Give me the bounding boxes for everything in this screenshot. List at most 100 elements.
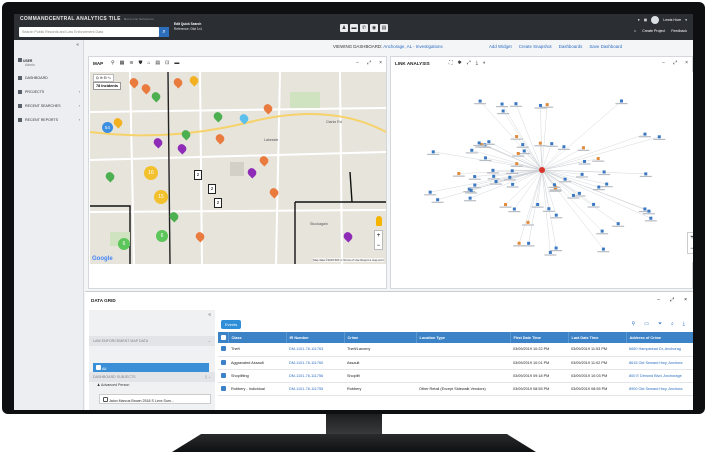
- close-icon[interactable]: ×: [685, 60, 688, 66]
- street-view-icon[interactable]: [376, 216, 382, 226]
- cell-ir-number[interactable]: DM-1101-76-111763: [286, 343, 344, 357]
- sidebar-item-recent-reports[interactable]: RECENT REPORTS ›: [18, 118, 80, 123]
- download-icon[interactable]: ⤓: [476, 60, 478, 66]
- dashboard-actions: Add Widget Create Snapshot Dashboards Sa…: [489, 44, 622, 49]
- cell-address[interactable]: 800 E Dimond Blvd, Anchorage: [626, 369, 693, 383]
- lock-icon[interactable]: ⊡: [165, 60, 169, 66]
- expand-icon[interactable]: ⤢: [467, 60, 471, 66]
- minimize-icon[interactable]: −: [662, 60, 665, 66]
- expand-icon[interactable]: ⤢: [673, 60, 677, 66]
- pin-icon[interactable]: ⚲: [111, 60, 115, 66]
- network-icon[interactable]: ⛶: [449, 60, 453, 66]
- law-enforcement-section[interactable]: LAW ENFORCEMENT MAP DATA ⌄: [89, 336, 215, 346]
- row-checkbox[interactable]: [221, 346, 226, 352]
- flag-marker[interactable]: 2: [208, 184, 216, 194]
- tab-events[interactable]: Events: [221, 320, 242, 329]
- sidebar-item-projects[interactable]: PROJECTS ›: [18, 90, 80, 95]
- calendar-icon[interactable]: ▦: [120, 60, 125, 66]
- close-icon[interactable]: ×: [684, 297, 687, 303]
- row-checkbox[interactable]: [221, 385, 226, 391]
- cell-address[interactable]: 8615 Old Seward Hwy, Anchora: [626, 356, 693, 370]
- search-button[interactable]: ⌕: [159, 27, 169, 37]
- global-search-input[interactable]: Search Public Records and Law Enforcemen…: [19, 27, 159, 37]
- person-icon[interactable]: ♟: [340, 24, 348, 32]
- user-menu[interactable]: ● ▦ Lewis Hore ▾: [638, 16, 687, 24]
- save-dashboard-button[interactable]: Save Dashboard: [589, 44, 622, 49]
- close-icon[interactable]: ×: [379, 60, 382, 66]
- layers-icon[interactable]: ≋: [129, 60, 133, 66]
- dashboard-subjects-section[interactable]: DASHBOARD SUBJECTS ▯ ⌄: [89, 372, 215, 382]
- collapse-icon[interactable]: «: [208, 312, 211, 318]
- location-icon[interactable]: ◉: [370, 24, 378, 32]
- row-checkbox[interactable]: [221, 359, 226, 365]
- cell-ir-number[interactable]: DM-1101-76-111756: [286, 369, 344, 383]
- create-snapshot-button[interactable]: Create Snapshot: [519, 44, 552, 49]
- car-icon[interactable]: ▬: [174, 60, 179, 66]
- cell-address[interactable]: 8900 Old Seward Hwy, Anchora: [626, 382, 693, 396]
- grid-icon[interactable]: ▦: [644, 18, 647, 22]
- sidebar-item-recent-searches[interactable]: RECENT SEARCHES ›: [18, 104, 80, 109]
- link-graph-canvas[interactable]: + −: [392, 72, 693, 262]
- cluster-marker[interactable]: 6: [118, 238, 130, 250]
- pin-icon[interactable]: ⚲: [632, 321, 636, 327]
- export-icon[interactable]: ▭: [644, 321, 649, 327]
- cluster-marker[interactable]: 15: [154, 190, 168, 204]
- dashboard-name-link[interactable]: Anchorage, AL - Investigations: [383, 44, 442, 49]
- cluster-marker[interactable]: 6: [156, 230, 168, 242]
- graph-node: [512, 207, 516, 211]
- subject-person-item[interactable]: Jalon Marcus Brown 2518 S Lexx Sum...: [99, 394, 211, 404]
- feedback-button[interactable]: Feedback: [671, 29, 687, 33]
- table-row[interactable]: Theft DM-1101-76-111763 Theft/Larceny 03…: [218, 343, 693, 357]
- minimize-icon[interactable]: −: [356, 60, 359, 66]
- home-icon[interactable]: ⌂: [634, 29, 636, 33]
- column-header[interactable]: Address of Crime: [626, 332, 693, 343]
- graph-zoom-control[interactable]: + −: [687, 232, 693, 254]
- download-icon[interactable]: ⤓: [683, 321, 685, 327]
- map-zoom-control[interactable]: + −: [374, 230, 383, 250]
- phone-icon[interactable]: ✆: [360, 24, 368, 32]
- filter-icon[interactable]: ⏷: [658, 321, 662, 327]
- edit-quick-search[interactable]: Edit Quick Search Reference: Dist 1n1: [174, 22, 202, 32]
- sidebar-item-dashboard[interactable]: DASHBOARD: [18, 76, 80, 81]
- chart-icon[interactable]: ▤: [155, 60, 160, 66]
- expand-icon[interactable]: ⤢: [367, 60, 371, 66]
- minimize-icon[interactable]: −: [657, 297, 660, 303]
- cell-address[interactable]: 6650 Hampstead Dr, Anchorag: [626, 343, 693, 357]
- advanced-person[interactable]: ♟ Advanced Person: [97, 383, 129, 387]
- search-icon: ⌕: [162, 29, 166, 35]
- dashboards-button[interactable]: Dashboards: [559, 44, 583, 49]
- expand-icon[interactable]: ⤢: [670, 297, 674, 303]
- search-icon[interactable]: ⌕: [671, 321, 674, 327]
- cluster-marker[interactable]: 54: [102, 122, 113, 133]
- shield-icon[interactable]: ⛊: [139, 60, 143, 66]
- chart-icon[interactable]: ▤: [380, 24, 388, 32]
- column-header[interactable]: Location Type: [416, 332, 511, 343]
- car-icon[interactable]: ▬: [350, 24, 358, 32]
- column-header[interactable]: Crime: [344, 332, 417, 343]
- table-row[interactable]: Robbery - Individual DM-1101-76-111755 R…: [218, 382, 693, 396]
- notification-icon[interactable]: ●: [638, 18, 640, 22]
- column-header[interactable]: Class: [228, 332, 287, 343]
- row-checkbox[interactable]: [221, 372, 226, 378]
- flag-marker[interactable]: 2: [194, 170, 202, 180]
- column-header[interactable]: Last Date Time: [568, 332, 627, 343]
- map-canvas[interactable]: ⛭ ⊕ ⊟ ✎ 78 Incidents Lakeside Clarks Rd …: [90, 72, 386, 264]
- sidebar-collapse-icon[interactable]: «: [76, 42, 79, 48]
- column-header[interactable]: First Date Time: [510, 332, 569, 343]
- graph-node: [596, 157, 600, 161]
- create-project-button[interactable]: Create Project: [642, 29, 665, 33]
- flag-marker[interactable]: 2: [214, 198, 222, 208]
- add-widget-button[interactable]: Add Widget: [489, 44, 512, 49]
- cell-ir-number[interactable]: DM-1101-76-111755: [286, 382, 344, 396]
- cluster-marker[interactable]: 16: [144, 166, 158, 180]
- table-row[interactable]: Shoplifting DM-1101-76-111756 Shoplift 0…: [218, 369, 693, 383]
- cell-ir-number[interactable]: DM-1101-76-111760: [286, 356, 344, 370]
- sidebar-user[interactable]: USER Admin: [18, 58, 35, 67]
- building-icon[interactable]: ⌂: [147, 60, 150, 66]
- table-row[interactable]: Aggravated Assault DM-1101-76-111760 Ass…: [218, 356, 693, 370]
- column-header[interactable]: IR Number: [286, 332, 345, 343]
- star-icon[interactable]: ✱: [458, 60, 462, 66]
- select-all-checkbox[interactable]: [218, 332, 229, 343]
- contrast-icon[interactable]: ◐: [483, 60, 486, 66]
- trash-icon[interactable]: ▯ ⌄: [205, 375, 211, 379]
